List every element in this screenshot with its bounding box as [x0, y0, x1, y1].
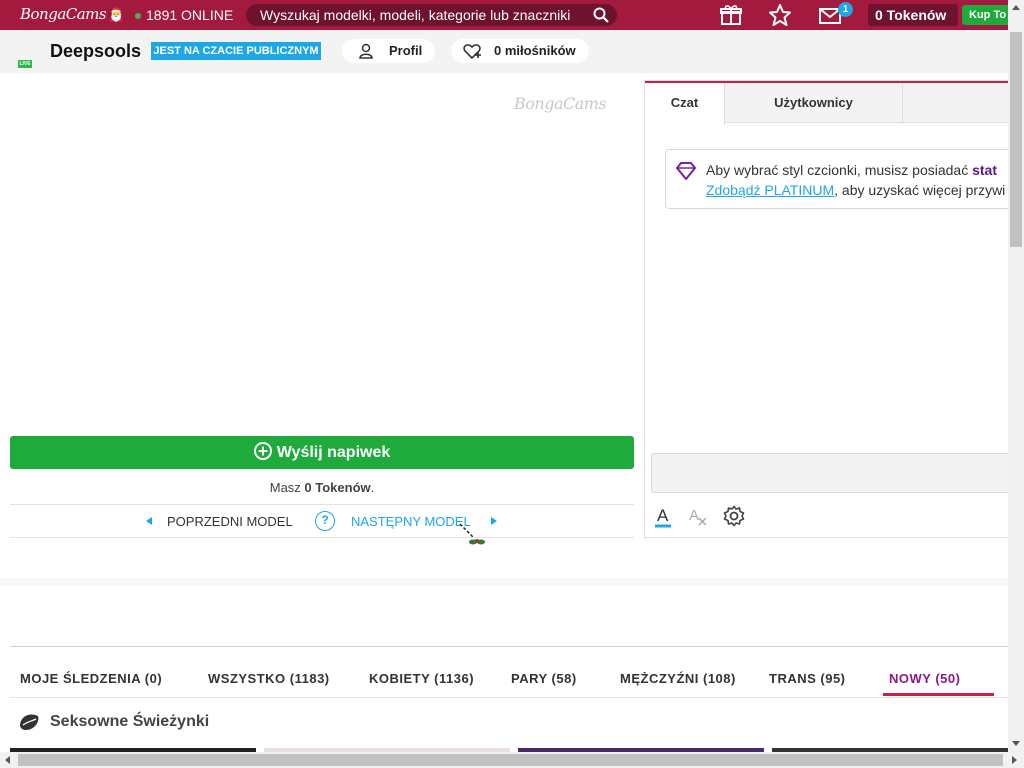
font-style-notice: Aby wybrać styl czcionki, musisz posiada… — [665, 149, 1024, 209]
previous-model-link[interactable]: POPRZEDNI MODEL — [167, 514, 293, 529]
top-navigation-bar: BongaCams🎅 1891 ONLINE 1 0 Tokenów Kup T… — [0, 0, 1008, 30]
online-count: 1891 ONLINE — [135, 7, 233, 23]
heart-plus-icon — [463, 44, 481, 59]
tab-couples[interactable]: PARY (58) — [511, 671, 577, 686]
messages-badge: 1 — [838, 2, 853, 17]
tab-trans[interactable]: TRANS (95) — [769, 671, 846, 686]
scroll-up-icon[interactable] — [1012, 5, 1020, 10]
settings-gear-icon[interactable] — [723, 505, 745, 527]
tab-my-follows[interactable]: MOJE ŚLEDZENIA (0) — [20, 671, 162, 686]
profile-button[interactable]: Profil — [342, 39, 435, 63]
chat-message-input[interactable] — [651, 453, 1009, 493]
tab-all[interactable]: WSZYSTKO (1183) — [208, 671, 330, 686]
section-title: Seksowne Świeżynki — [50, 713, 210, 730]
scroll-left-icon[interactable] — [5, 756, 10, 764]
lips-icon — [20, 714, 39, 730]
gift-icon[interactable] — [719, 4, 743, 26]
token-balance[interactable]: 0 Tokenów — [868, 4, 958, 26]
video-player[interactable] — [10, 80, 634, 430]
mistletoe-cursor-icon — [459, 523, 485, 545]
active-tab-indicator — [883, 693, 994, 696]
model-header: Deepsools JEST NA CZACIE PUBLICZNYM Prof… — [0, 30, 1008, 73]
token-info: Masz 0 Tokenów. — [269, 480, 375, 495]
help-icon[interactable]: ? — [315, 511, 335, 531]
scroll-right-icon[interactable] — [1012, 756, 1017, 764]
diamond-icon — [676, 162, 696, 180]
user-icon — [359, 43, 373, 59]
clear-format-icon[interactable]: A — [687, 505, 709, 529]
tab-users[interactable]: Użytkownicy — [725, 83, 903, 124]
video-watermark: BongaCams — [514, 94, 607, 113]
plus-circle-icon — [253, 442, 272, 460]
tab-women[interactable]: KOBIETY (1136) — [369, 671, 474, 686]
live-tag: LIVE — [18, 60, 32, 68]
scroll-down-icon[interactable] — [1012, 741, 1020, 746]
status-badge: JEST NA CZACIE PUBLICZNYM — [151, 42, 321, 60]
online-dot-icon — [135, 13, 141, 20]
fans-button[interactable]: 0 miłośników — [451, 39, 589, 63]
next-model-link[interactable]: NASTĘPNY MODEL — [351, 514, 471, 529]
send-tip-button[interactable]: Wyślij napiwek — [10, 436, 634, 469]
chat-panel: Czat Użytkownicy Aby wybrać styl czcionk… — [644, 80, 1024, 538]
tab-chat[interactable]: Czat — [645, 83, 725, 125]
tab-new[interactable]: NOWY (50) — [889, 671, 960, 686]
arrow-left-icon[interactable] — [146, 517, 152, 525]
arrow-right-icon[interactable] — [491, 517, 497, 525]
buy-tokens-button[interactable]: Kup To — [962, 5, 1008, 25]
get-platinum-link[interactable]: Zdobądź PLATINUM — [706, 182, 834, 198]
search-bar[interactable] — [246, 4, 617, 26]
star-icon[interactable] — [768, 4, 792, 26]
chat-tabs: Czat Użytkownicy — [645, 81, 1009, 125]
site-logo[interactable]: BongaCams 🎅 — [20, 5, 124, 23]
category-tabs: MOJE ŚLEDZENIA (0) WSZYSTKO (1183) KOBIE… — [10, 646, 1008, 698]
send-tip-label: Wyślij napiwek — [276, 444, 391, 461]
vertical-scroll-thumb[interactable] — [1010, 32, 1022, 247]
svg-text:A: A — [657, 506, 669, 525]
fans-label: 0 miłośników — [494, 43, 576, 58]
svg-text:A: A — [689, 507, 699, 524]
section-divider — [0, 578, 1008, 586]
tab-men[interactable]: MĘŻCZYŹNI (108) — [620, 671, 736, 686]
model-navigation: POPRZEDNI MODEL ? NASTĘPNY MODEL — [10, 504, 634, 538]
model-name[interactable]: Deepsools — [50, 41, 141, 62]
font-style-icon[interactable]: A — [653, 505, 673, 529]
search-icon[interactable] — [593, 7, 609, 23]
profile-label: Profil — [389, 43, 423, 58]
horizontal-scroll-thumb[interactable] — [18, 754, 1003, 766]
search-input[interactable] — [260, 6, 580, 24]
